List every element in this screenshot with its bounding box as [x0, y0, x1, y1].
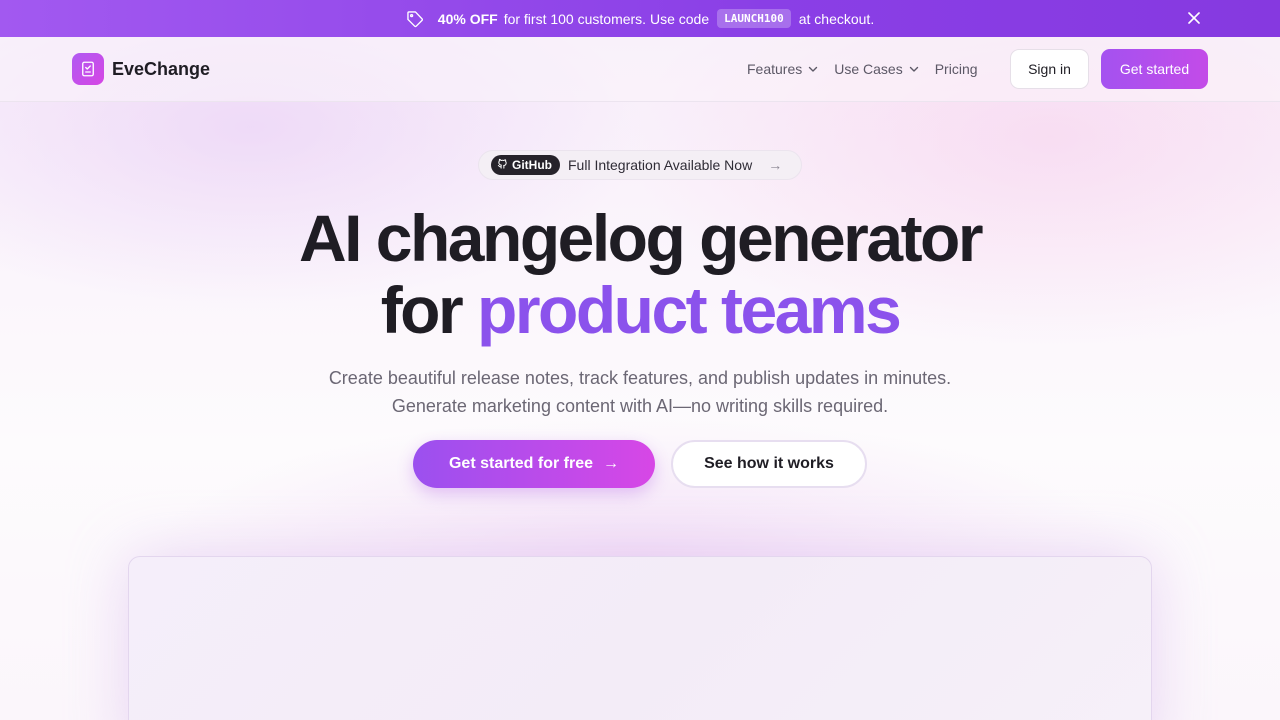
- nav-item-pricing[interactable]: Pricing: [935, 61, 978, 77]
- hero-title: AI changelog generator for product teams: [0, 202, 1280, 346]
- nav-item-use-cases[interactable]: Use Cases: [834, 61, 918, 77]
- see-how-it-works-button[interactable]: See how it works: [671, 440, 867, 488]
- github-badge-label: GitHub: [512, 158, 552, 172]
- promo-code: LAUNCH100: [717, 9, 791, 28]
- top-nav: EveChange Features Use Cases Pricing Sig…: [0, 37, 1280, 102]
- get-started-free-button[interactable]: Get started for free →: [413, 440, 655, 488]
- promo-text: for first 100 customers. Use code: [503, 10, 710, 27]
- promo-text-after: at checkout.: [798, 10, 875, 27]
- hero-subtitle: Create beautiful release notes, track fe…: [0, 364, 1280, 420]
- pill-text: Full Integration Available Now: [568, 157, 753, 173]
- arrow-right-icon: →: [603, 455, 620, 472]
- hero-title-accent: product teams: [477, 273, 902, 347]
- nav-item-label: Pricing: [934, 61, 978, 77]
- brand-name: EveChange: [112, 58, 211, 79]
- github-badge: GitHub: [491, 155, 560, 175]
- nav-item-label: Use Cases: [834, 61, 903, 77]
- logo-icon: [72, 53, 104, 85]
- hero-subtitle-line2: Generate marketing content with AI—no wr…: [391, 396, 889, 416]
- close-icon[interactable]: [1186, 10, 1202, 26]
- nav-item-label: Features: [747, 61, 803, 77]
- product-preview-frame: [128, 556, 1152, 720]
- chevron-down-icon: [909, 64, 919, 74]
- promo-highlight: 40% OFF: [437, 10, 498, 27]
- get-started-button[interactable]: Get started: [1101, 49, 1208, 89]
- promo-banner: 40% OFF for first 100 customers. Use cod…: [0, 0, 1280, 37]
- chevron-down-icon: [808, 64, 818, 74]
- brand-logo[interactable]: EveChange: [72, 53, 210, 85]
- nav-item-features[interactable]: Features: [747, 61, 818, 77]
- hero-title-line1: AI changelog generator: [298, 201, 984, 275]
- hero-subtitle-line1: Create beautiful release notes, track fe…: [328, 368, 952, 388]
- sign-in-button[interactable]: Sign in: [1010, 49, 1089, 89]
- nav-links: Features Use Cases Pricing: [747, 61, 978, 77]
- arrow-right-icon: →: [768, 157, 783, 173]
- cta-primary-label: Get started for free: [448, 455, 594, 472]
- github-integration-pill[interactable]: GitHub Full Integration Available Now →: [478, 150, 802, 180]
- github-icon: [497, 158, 508, 172]
- tag-icon: [406, 10, 424, 28]
- hero-title-prefix: for: [380, 273, 464, 347]
